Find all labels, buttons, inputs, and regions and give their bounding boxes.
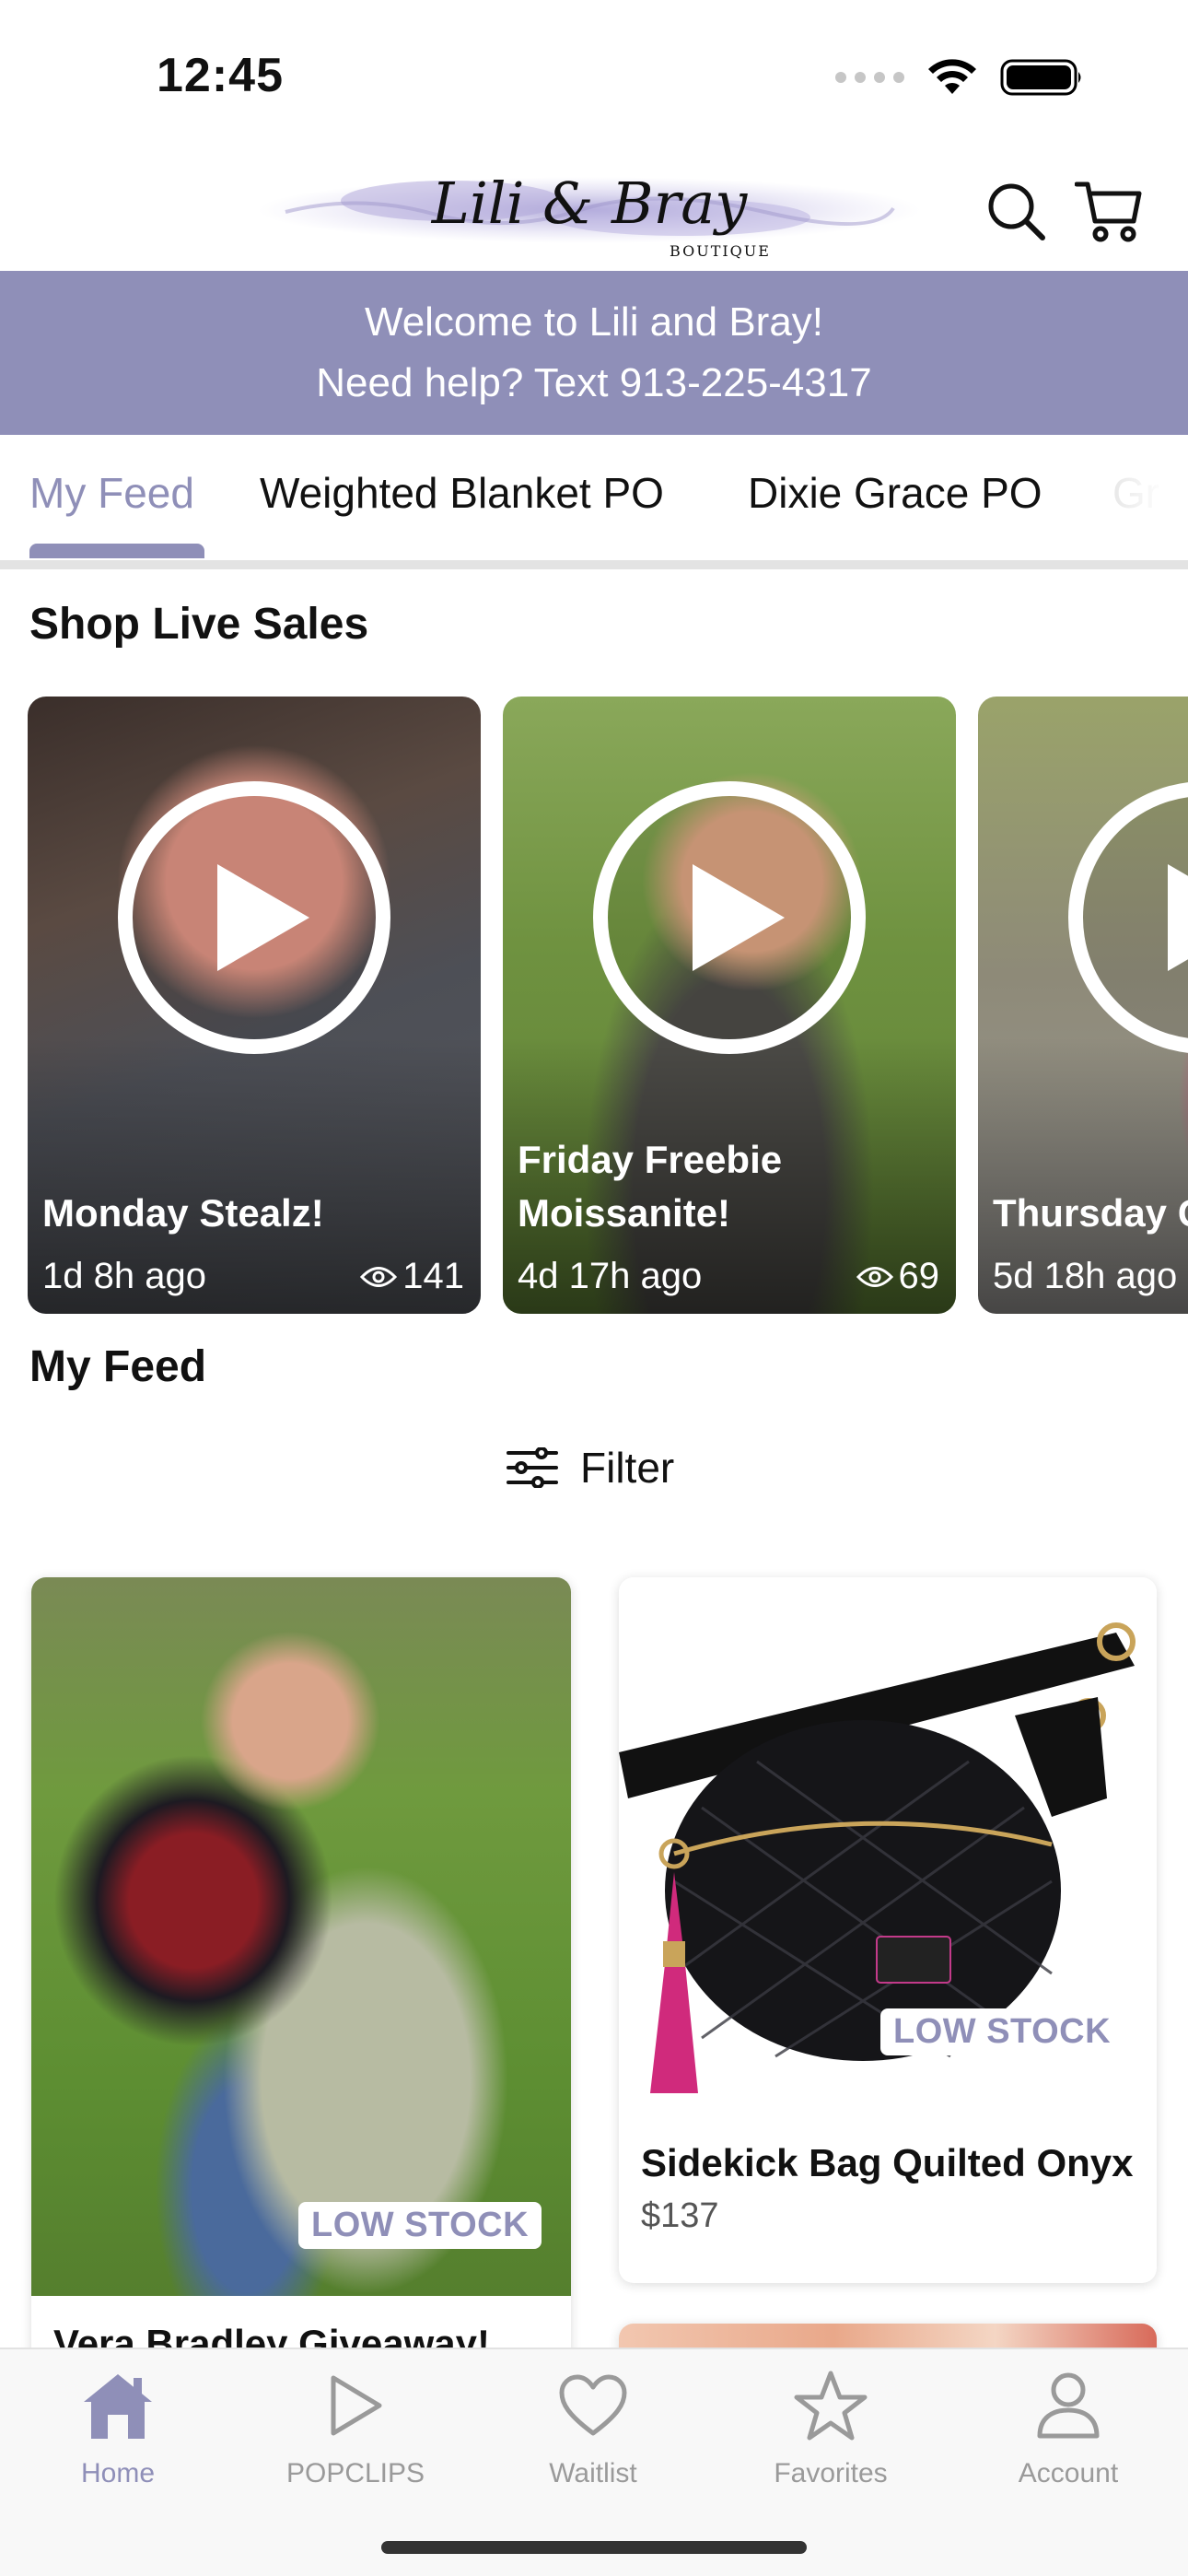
live-sale-card[interactable]: Friday Freebie Moissanite! 4d 17h ago 69 <box>503 697 956 1314</box>
battery-icon <box>1000 57 1085 98</box>
active-tab-indicator <box>29 544 204 558</box>
live-sales-carousel[interactable]: Monday Stealz! 1d 8h ago 141 Friday Free… <box>0 697 1188 1316</box>
banner-welcome-text: Welcome to Lili and Bray! <box>364 299 824 345</box>
live-sale-time: 4d 17h ago <box>518 1256 703 1296</box>
play-icon[interactable] <box>1066 779 1188 1056</box>
tabs-divider <box>0 560 1188 569</box>
product-card[interactable]: LOW STOCK Sidekick Bag Quilted Onyx $137 <box>619 1577 1157 2283</box>
status-bar: 12:45 <box>0 0 1188 147</box>
play-icon[interactable] <box>116 779 392 1056</box>
heart-icon <box>559 2374 627 2436</box>
nav-account[interactable]: Account <box>958 2366 1179 2504</box>
nav-label: Account <box>1018 2458 1119 2488</box>
category-tabs: My Feed Weighted Blanket PO Dixie Grace … <box>0 435 1188 564</box>
product-card[interactable]: LOW STOCK Vera Bradley Giveaway! <box>31 1577 571 2388</box>
status-icons <box>835 57 1085 98</box>
live-sale-views: 141 <box>360 1256 464 1297</box>
app-header: Lili & Bray BOUTIQUE <box>0 147 1188 271</box>
star-icon <box>794 2371 868 2441</box>
live-sale-card[interactable]: Thursday G 5d 18h ago <box>978 697 1188 1314</box>
live-sale-title: Thursday G <box>993 1191 1188 1235</box>
eye-icon <box>856 1266 893 1287</box>
cart-button[interactable] <box>1074 177 1144 247</box>
nav-favorites[interactable]: Favorites <box>720 2366 941 2504</box>
brand-logo[interactable]: Lili & Bray BOUTIQUE <box>249 157 930 265</box>
signal-icon <box>835 72 904 83</box>
nav-label: Waitlist <box>549 2458 637 2488</box>
status-time: 12:45 <box>157 49 284 102</box>
logo-subtext: BOUTIQUE <box>670 242 771 260</box>
nav-label: Home <box>80 2458 156 2488</box>
nav-popclips[interactable]: POPCLIPS <box>245 2366 466 2504</box>
play-icon <box>331 2375 382 2436</box>
feed-title: My Feed <box>29 1342 207 1391</box>
product-image <box>31 1577 571 2296</box>
product-price: $137 <box>641 2196 719 2235</box>
welcome-banner: Welcome to Lili and Bray! Need help? Tex… <box>0 271 1188 435</box>
logo-text: Lili & Bray <box>431 170 748 237</box>
person-icon <box>1037 2372 1100 2439</box>
low-stock-badge: LOW STOCK <box>880 2008 1124 2055</box>
nav-waitlist[interactable]: Waitlist <box>483 2366 704 2504</box>
live-sale-card[interactable]: Monday Stealz! 1d 8h ago 141 <box>28 697 481 1314</box>
home-icon <box>84 2374 152 2439</box>
view-count: 69 <box>898 1256 940 1296</box>
banner-help-text[interactable]: Need help? Text 913-225-4317 <box>316 353 871 414</box>
tab-partial[interactable]: Gr <box>1112 468 1159 518</box>
eye-icon <box>360 1266 398 1287</box>
live-sale-title: Monday Stealz! <box>42 1191 324 1235</box>
live-sales-title: Shop Live Sales <box>29 600 369 649</box>
view-count: 141 <box>402 1256 464 1296</box>
live-sale-title: Friday Freebie Moissanite! <box>518 1138 783 1235</box>
filter-button[interactable]: Filter <box>507 1443 674 1493</box>
nav-label: POPCLIPS <box>285 2458 425 2488</box>
cart-icon <box>1075 181 1142 242</box>
nav-label: Favorites <box>774 2458 888 2488</box>
wifi-icon <box>925 57 980 98</box>
filter-icon <box>507 1447 558 1488</box>
nav-home[interactable]: Home <box>7 2366 228 2504</box>
tab-my-feed[interactable]: My Feed <box>29 468 194 518</box>
search-icon <box>988 183 1045 240</box>
low-stock-badge: LOW STOCK <box>298 2202 542 2249</box>
live-sale-views: 69 <box>856 1256 940 1297</box>
search-button[interactable] <box>982 177 1052 247</box>
tab-dixie-grace-po[interactable]: Dixie Grace PO <box>748 468 1042 518</box>
play-icon[interactable] <box>591 779 868 1056</box>
live-sale-time: 5d 18h ago <box>993 1256 1178 1296</box>
live-sale-time: 1d 8h ago <box>42 1256 206 1296</box>
product-title: Sidekick Bag Quilted Onyx <box>641 2141 1134 2184</box>
home-indicator[interactable] <box>381 2541 807 2554</box>
tab-weighted-blanket-po[interactable]: Weighted Blanket PO <box>260 468 664 518</box>
filter-label: Filter <box>580 1444 675 1492</box>
